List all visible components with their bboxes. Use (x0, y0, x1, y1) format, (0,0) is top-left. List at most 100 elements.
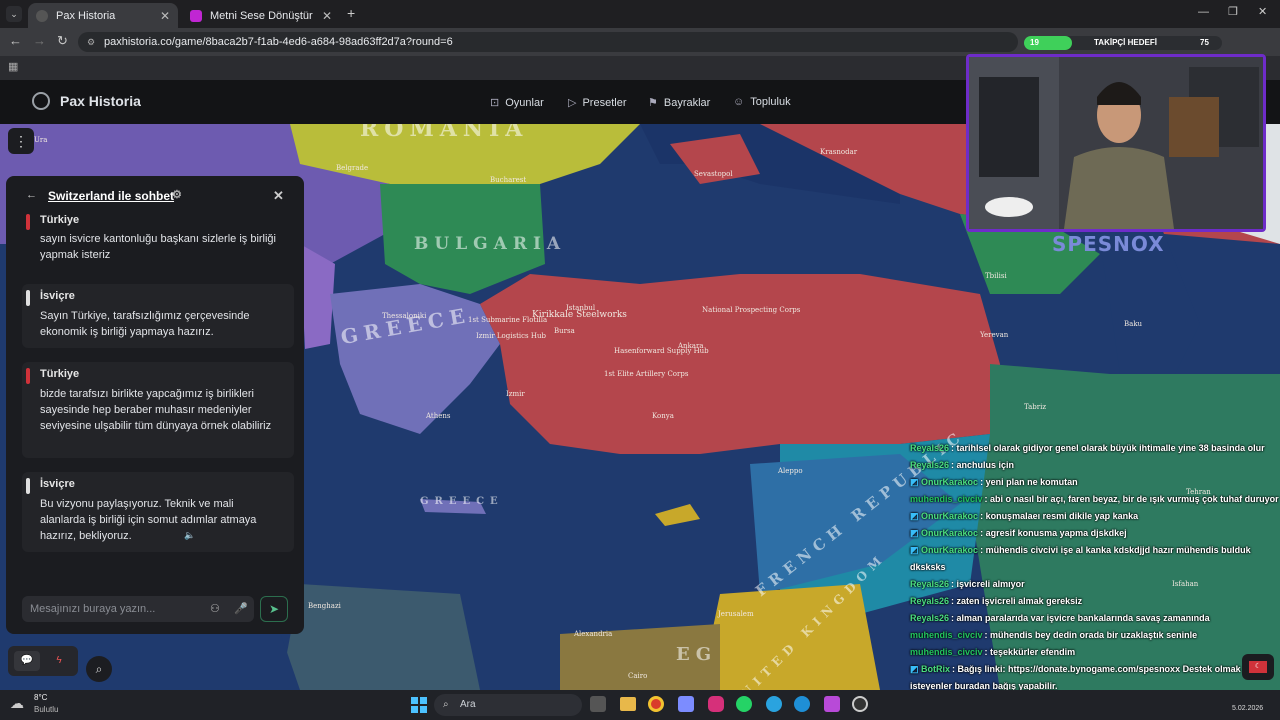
obs-icon[interactable] (852, 696, 868, 712)
chat-message: İsviçre Sayın Türkiye, tarafsızlığımız ç… (22, 284, 294, 348)
nav-oyunlar[interactable]: ⊡ Oyunlar (490, 96, 544, 110)
events-icon[interactable]: ϟ (46, 651, 72, 671)
chat-username: muhendis_civciv (910, 494, 983, 504)
participants-icon[interactable]: ⚇ (210, 596, 220, 622)
message-sender: İsviçre (40, 290, 75, 302)
city-marker[interactable]: Aleppo (778, 467, 803, 475)
nav-topluluk[interactable]: ☺ Topluluk (733, 96, 791, 108)
site-info-icon[interactable]: ⚙ (87, 32, 95, 52)
nav-bayraklar[interactable]: ⚑ Bayraklar (648, 96, 711, 110)
city-marker[interactable]: Jerusalem (718, 610, 754, 618)
city-marker[interactable]: Izmir (506, 390, 525, 398)
city-marker[interactable]: Bucharest (490, 176, 526, 184)
city-marker[interactable]: Cairo (628, 672, 647, 680)
stream-chat-line: muhendis_civciv: abi o nasıl bir açı, fa… (910, 494, 1279, 504)
minimize-window-icon[interactable]: — (1198, 6, 1209, 18)
stream-chat-line: muhendis_civciv: teşekkürler efendim (910, 647, 1076, 657)
stream-chat-line: Reyals26: tarihlsel olarak gidiyor genel… (910, 443, 1265, 453)
pax-historia-favicon-icon (36, 9, 48, 22)
city-marker[interactable]: Benghazi (308, 602, 341, 610)
map-menu-button[interactable]: ⋮ (8, 128, 34, 154)
stream-chat-line: Reyals26: zaten işvicreli almak gereksiz (910, 596, 1083, 606)
city-marker[interactable]: Alexandria (574, 630, 612, 638)
city-marker[interactable]: Kirikkale Steelworks (532, 310, 627, 320)
chat-text: Bağış linki: https://donate.bynogame.com… (910, 664, 1241, 691)
url-text: paxhistoria.co/game/8baca2b7-f1ab-4ed6-a… (104, 36, 453, 48)
new-tab-button[interactable]: + (347, 5, 355, 21)
chat-username: OnurKarakoc (921, 545, 979, 555)
address-bar[interactable]: ⚙ paxhistoria.co/game/8baca2b7-f1ab-4ed6… (78, 32, 1018, 52)
whatsapp-icon[interactable] (736, 696, 752, 712)
city-marker[interactable]: Tabriz (1024, 403, 1046, 411)
weather-desc: Bulutlu (34, 705, 59, 714)
chat-bubble-icon[interactable]: 💬 (14, 651, 40, 671)
photos-icon[interactable] (824, 696, 840, 712)
app-logo[interactable]: Pax Historia (32, 92, 141, 110)
chat-username: Reyals26 (910, 443, 950, 453)
back-arrow-icon[interactable]: ← (26, 189, 37, 201)
send-button[interactable]: ➤ (260, 596, 288, 622)
start-button[interactable] (410, 696, 428, 714)
map-label-bulgaria: BULGARIA (414, 234, 567, 254)
message-input[interactable]: Mesajınızı buraya yazın... ⚇ 🎤 (22, 596, 254, 622)
tab-metni-sese[interactable]: Metni Sese Dönüştür ✕ (182, 3, 340, 28)
city-marker[interactable]: Baku (1124, 320, 1142, 328)
city-marker[interactable]: Yerevan (980, 331, 1008, 339)
instagram-icon[interactable] (708, 696, 724, 712)
settings-gear-icon[interactable]: ⚙ (172, 188, 182, 201)
close-tab-icon[interactable]: ✕ (322, 9, 332, 23)
city-marker[interactable]: Konya (652, 412, 674, 420)
chat-text: alman paralarıda var işvicre bankalarınd… (956, 613, 1210, 623)
chrome-icon[interactable] (648, 696, 664, 712)
microphone-icon[interactable]: 🎤 (234, 596, 248, 622)
sender-color-bar (26, 214, 30, 230)
city-marker[interactable]: Sevastopol (694, 170, 733, 178)
nav-label: Presetler (582, 96, 627, 109)
chat-username: Reyals26 (910, 613, 950, 623)
nav-presetler[interactable]: ▷ Presetler (568, 96, 627, 110)
close-window-icon[interactable]: ✕ (1258, 5, 1267, 18)
tab-list-button[interactable]: ⌄ (6, 6, 22, 22)
restore-window-icon[interactable]: ❐ (1228, 5, 1238, 18)
city-marker[interactable]: Thessaloniki (382, 312, 426, 320)
chat-username: Reyals26 (910, 596, 950, 606)
telegram-icon[interactable] (766, 696, 782, 712)
speaker-icon[interactable]: 🔈 (184, 530, 195, 541)
close-tab-icon[interactable]: ✕ (160, 9, 170, 23)
city-marker[interactable]: Belgrade (336, 164, 368, 172)
stream-chat-line: ◩ OnurKarakoc: mühendis civcivi işe al k… (910, 545, 1251, 572)
taskbar-date[interactable]: 5.02.2026 (1232, 705, 1263, 712)
city-marker[interactable]: Bursa (554, 327, 575, 335)
file-explorer-icon[interactable] (620, 697, 636, 711)
message-sender: Türkiye (40, 214, 80, 226)
city-marker[interactable]: Hasenforward Supply Hub (614, 347, 709, 355)
map-search-button[interactable]: ⌕ (86, 656, 112, 682)
country-flag-button[interactable]: ☾ (1242, 654, 1274, 680)
city-marker[interactable]: Ura (34, 136, 47, 144)
close-chat-icon[interactable]: ✕ (273, 188, 284, 204)
forward-arrow-icon[interactable]: → (33, 33, 46, 48)
edge-icon[interactable] (794, 696, 810, 712)
nav-label: Bayraklar (663, 96, 711, 109)
sender-color-bar (26, 478, 30, 494)
back-arrow-icon[interactable]: ← (9, 33, 22, 48)
subscriber-badge-icon: ◩ (910, 511, 919, 521)
reload-icon[interactable]: ↻ (57, 33, 68, 49)
city-marker[interactable]: 1st Elite Artillery Corps (604, 370, 688, 378)
vpn-icon[interactable] (678, 696, 694, 712)
search-icon: ⌕ (443, 699, 449, 710)
app-name: Pax Historia (60, 93, 141, 109)
city-marker[interactable]: Athens (426, 412, 451, 420)
city-marker[interactable]: Izmir Logistics Hub (476, 332, 546, 340)
city-marker[interactable]: Tbilisi (985, 272, 1007, 280)
city-marker[interactable]: Krasnodar (820, 148, 857, 156)
tab-pax-historia[interactable]: Pax Historia ✕ (28, 3, 178, 28)
task-view-icon[interactable] (590, 696, 606, 712)
city-marker[interactable]: National Prospecting Corps (702, 306, 800, 314)
chat-text: tarihlsel olarak gidiyor genel olarak bü… (956, 443, 1265, 453)
taskbar-search[interactable]: ⌕ Ara (434, 694, 582, 716)
users-icon: ☺ (733, 96, 745, 108)
windows-logo-icon (411, 697, 427, 713)
apps-grid-icon[interactable]: ▦ (8, 60, 18, 73)
input-placeholder: Mesajınızı buraya yazın... (30, 603, 156, 615)
